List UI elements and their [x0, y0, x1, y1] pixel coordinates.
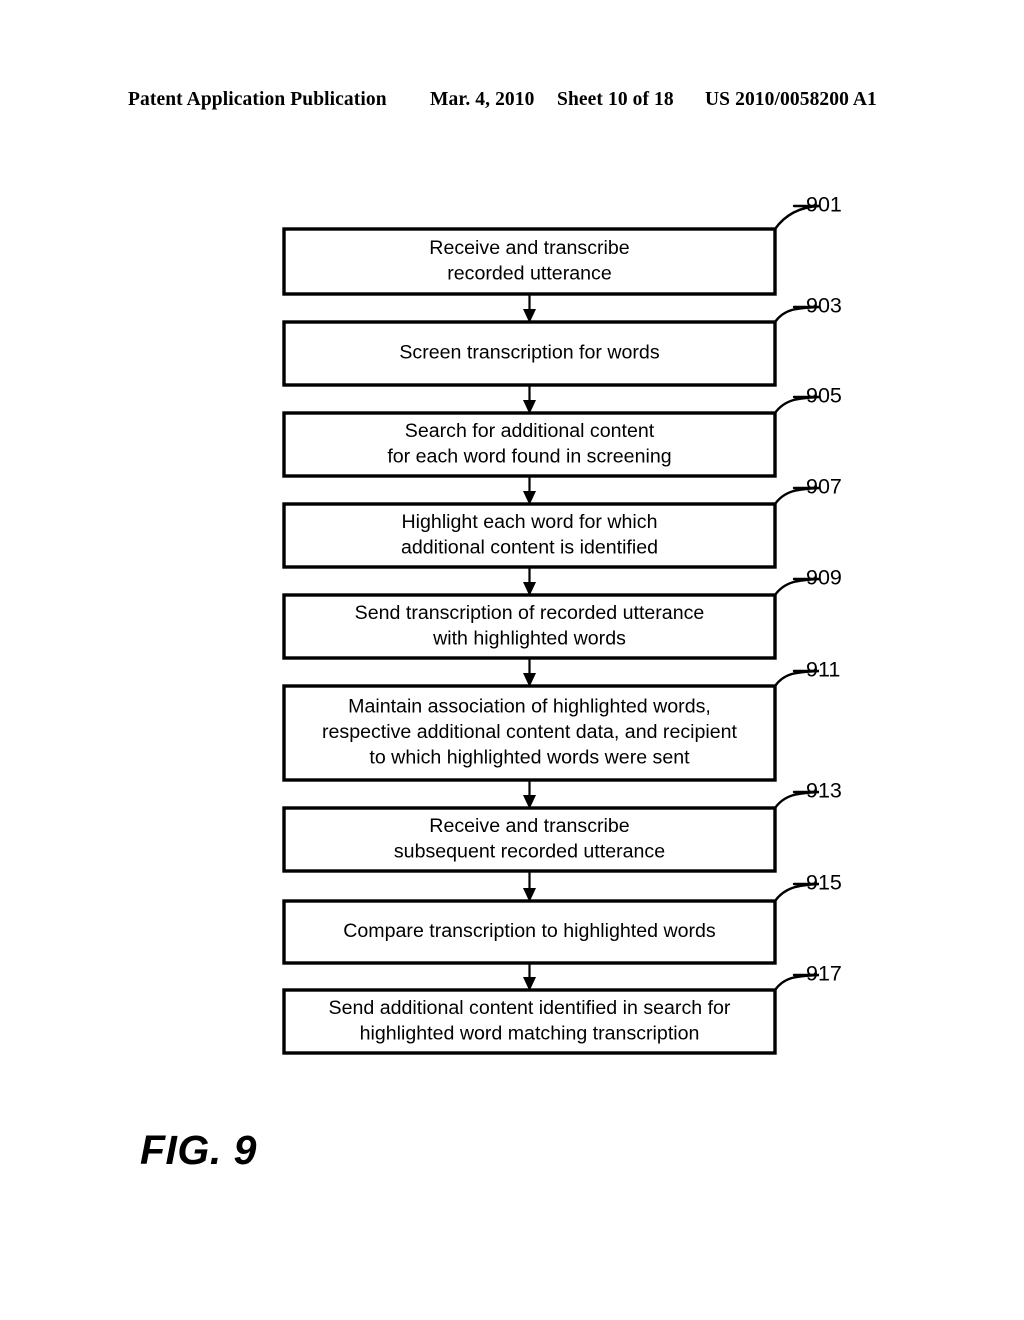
node-label-905-line-1: Search for additional content — [405, 420, 655, 442]
flowchart-node-905: Search for additional content for each wo… — [282, 411, 777, 478]
flowchart-node-917: Send additional content identified in se… — [282, 988, 777, 1055]
node-label-913-line-2: subsequent recorded utterance — [394, 840, 665, 862]
node-label-917-line-1: Send additional content identified in se… — [329, 997, 731, 1019]
connector-907-to-909 — [523, 567, 536, 596]
connector-901-to-903 — [523, 294, 536, 323]
reference-numeral-915: 915 — [806, 871, 842, 895]
flowchart-reference-numerals: 901 903 905 907 909 911 913 915 917 — [806, 193, 842, 986]
flowchart-node-909: Send transcription of recorded utterance… — [282, 593, 777, 660]
node-label-905-line-2: for each word found in screening — [387, 445, 671, 467]
reference-numeral-911: 911 — [806, 658, 840, 682]
connector-915-to-917 — [523, 963, 536, 991]
connector-903-to-905 — [523, 385, 536, 414]
node-label-915-line-1: Compare transcription to highlighted wor… — [343, 920, 716, 942]
connector-911-to-913 — [523, 780, 536, 809]
node-label-911-line-1: Maintain association of highlighted word… — [348, 696, 711, 718]
reference-numeral-917: 917 — [806, 962, 842, 986]
node-label-911-line-2: respective additional content data, and … — [322, 721, 738, 743]
node-label-917-line-2: highlighted word matching transcription — [360, 1022, 700, 1044]
node-label-903-line-1: Screen transcription for words — [399, 342, 659, 364]
reference-numeral-907: 907 — [806, 475, 842, 499]
node-label-909-line-1: Send transcription of recorded utterance — [355, 602, 705, 624]
flowchart-diagram: Receive and transcribe recorded utterance… — [282, 193, 842, 1055]
node-label-901-line-1: Receive and transcribe — [429, 237, 629, 259]
reference-numeral-909: 909 — [806, 566, 842, 590]
connector-905-to-907 — [523, 476, 536, 505]
flowchart-node-901: Receive and transcribe recorded utterance — [282, 227, 777, 296]
node-label-911-line-3: to which highlighted words were sent — [369, 747, 690, 769]
flowchart-nodes: Receive and transcribe recorded utterance… — [282, 227, 777, 1055]
flowchart-node-913: Receive and transcribe subsequent recorde… — [282, 806, 777, 873]
flowchart-node-915: Compare transcription to highlighted wor… — [282, 899, 777, 965]
node-label-913-line-1: Receive and transcribe — [429, 815, 629, 837]
reference-numeral-913: 913 — [806, 779, 842, 803]
reference-numeral-903: 903 — [806, 294, 842, 318]
connector-909-to-911 — [523, 658, 536, 687]
node-label-901-line-2: recorded utterance — [447, 262, 612, 284]
flowchart-node-907: Highlight each word for which additional … — [282, 502, 777, 569]
reference-numeral-901: 901 — [806, 193, 842, 217]
connector-913-to-915 — [523, 871, 536, 902]
node-label-907-line-2: additional content is identified — [401, 536, 658, 558]
reference-numeral-905: 905 — [806, 384, 842, 408]
flowchart-node-903: Screen transcription for words — [282, 320, 777, 387]
node-label-907-line-1: Highlight each word for which — [402, 511, 658, 533]
node-label-909-line-2: with highlighted words — [432, 627, 626, 649]
figure-caption: FIG. 9 — [140, 1127, 257, 1173]
patent-figure-page: Patent Application Publication Mar. 4, 2… — [0, 0, 1024, 1320]
flowchart-node-911: Maintain association of highlighted word… — [282, 684, 777, 782]
